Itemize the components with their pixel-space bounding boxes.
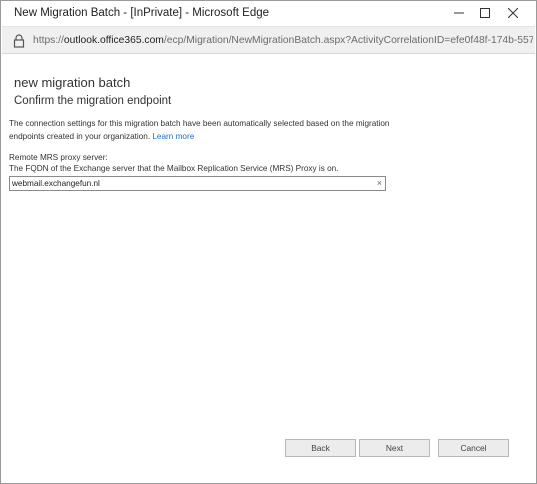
mrs-proxy-input[interactable] [10, 177, 370, 190]
page-subtitle: Confirm the migration endpoint [14, 95, 172, 107]
next-button[interactable]: Next [359, 439, 430, 457]
close-button[interactable] [499, 1, 527, 25]
description-text: The connection settings for this migrati… [9, 119, 390, 141]
minimize-icon [454, 12, 464, 14]
back-button[interactable]: Back [285, 439, 356, 457]
address-bar[interactable]: https://outlook.office365.com/ecp/Migrat… [2, 26, 535, 54]
maximize-button[interactable] [471, 1, 499, 25]
field-help-text: The FQDN of the Exchange server that the… [9, 164, 339, 173]
title-bar: New Migration Batch - [InPrivate] - Micr… [1, 1, 536, 25]
page-title: new migration batch [14, 75, 131, 90]
clear-icon[interactable]: × [377, 178, 382, 189]
mrs-proxy-field[interactable]: × [9, 176, 386, 191]
lock-icon [13, 34, 25, 48]
browser-window: New Migration Batch - [InPrivate] - Micr… [0, 0, 537, 484]
learn-more-link[interactable]: Learn more [152, 132, 194, 141]
cancel-button[interactable]: Cancel [438, 439, 509, 457]
maximize-icon [480, 8, 490, 18]
url-prefix: https:// [33, 35, 64, 46]
dialog-content: new migration batch Confirm the migratio… [1, 55, 536, 483]
description: The connection settings for this migrati… [9, 117, 394, 143]
window-title: New Migration Batch - [InPrivate] - Micr… [14, 7, 270, 19]
minimize-button[interactable] [445, 1, 473, 25]
url-path: /ecp/Migration/NewMigrationBatch.aspx?Ac… [163, 35, 533, 46]
url-domain: outlook.office365.com [63, 35, 164, 46]
field-label: Remote MRS proxy server: [9, 153, 108, 162]
url-text[interactable]: https://outlook.office365.com/ecp/Migrat… [33, 35, 533, 46]
close-icon [508, 8, 518, 18]
